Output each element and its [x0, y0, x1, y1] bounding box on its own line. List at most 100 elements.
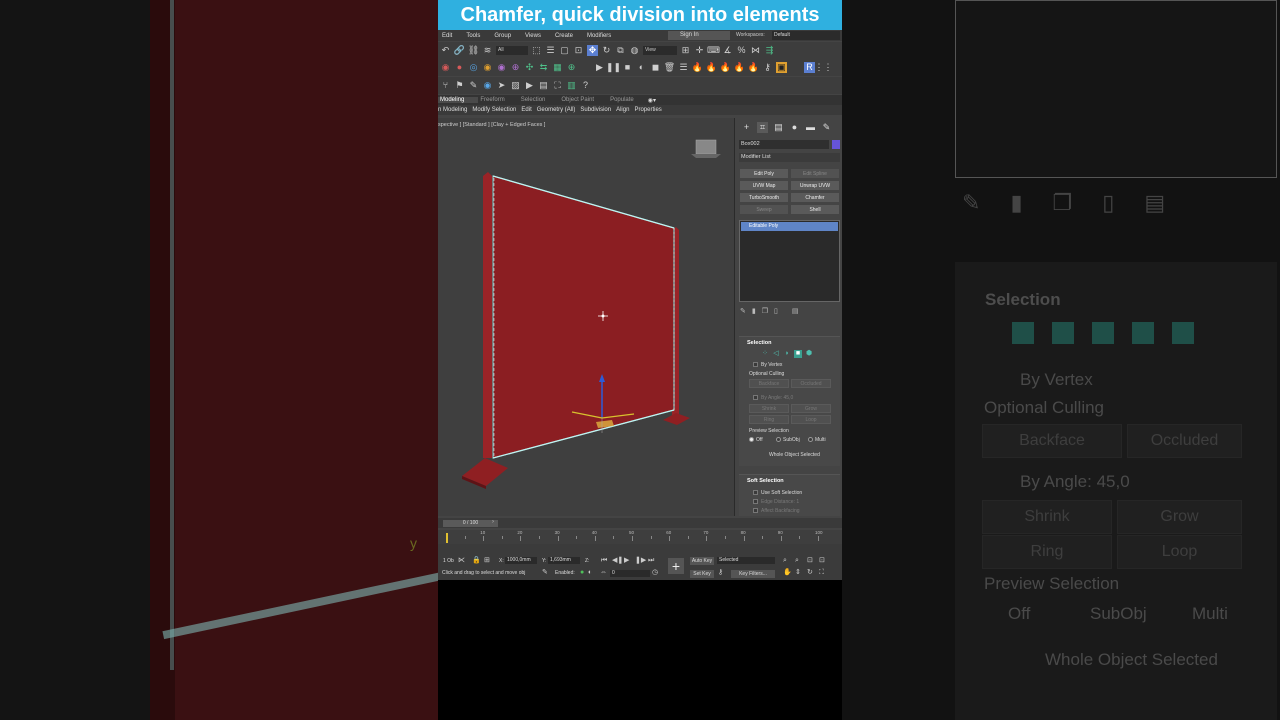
ring-button[interactable]: Ring — [749, 415, 789, 424]
perspective-viewport[interactable]: spective ] [Standard ] [Clay + Edged Fac… — [438, 118, 735, 516]
create-camera-icon[interactable]: ◉ — [482, 62, 493, 73]
trash-icon[interactable]: 🗑 — [664, 62, 675, 73]
render-production-icon[interactable]: 🔥 — [748, 62, 759, 73]
motion-tab-icon[interactable]: ● — [789, 122, 800, 133]
object-name-field[interactable]: Box002 — [739, 140, 829, 149]
unlink-icon[interactable]: ⛓ — [468, 45, 479, 56]
tab-freeform[interactable]: Freeform — [478, 97, 518, 103]
panel-modify-selection[interactable]: Modify Selection — [472, 107, 516, 113]
modifier-icon-1[interactable]: ✣ — [524, 62, 535, 73]
grow-button[interactable]: Grow — [791, 404, 831, 413]
shell-button[interactable]: Shell — [791, 205, 839, 214]
set-key-button[interactable]: Set Key — [690, 570, 714, 578]
material-editor-icon[interactable]: ▣ — [776, 62, 787, 73]
soft-selection-rollout-title[interactable]: Soft Selection — [739, 475, 840, 486]
affect-backfacing-checkbox[interactable] — [753, 508, 758, 513]
arrow-icon[interactable]: ➤ — [496, 80, 507, 91]
create-geometry-icon[interactable]: ◉ — [440, 62, 451, 73]
key-mode-plus-icon[interactable]: + — [668, 558, 684, 574]
pause-icon[interactable]: ❚❚ — [606, 62, 621, 73]
create-space-warp-icon[interactable]: ⊕ — [510, 62, 521, 73]
configure-sets-icon[interactable]: ▤ — [792, 307, 799, 317]
help-icon[interactable]: ? — [580, 80, 591, 91]
next-frame-icon[interactable]: ❚▶ — [635, 557, 646, 565]
panel-poly-modeling[interactable]: n Modeling — [438, 107, 467, 113]
current-frame-field[interactable]: 0 — [610, 570, 650, 577]
zoom-icon[interactable]: ⌕ — [783, 557, 787, 565]
orbit-icon[interactable]: ↻ — [807, 569, 813, 577]
x-coordinate-field[interactable]: 1000,0mm — [505, 557, 537, 564]
place-icon[interactable]: ◍ — [629, 45, 640, 56]
display-tab-icon[interactable]: ▬ — [805, 122, 816, 133]
sphere-icon[interactable]: ◉ — [482, 80, 493, 91]
timeline-ruler[interactable]: 10 20 30 40 50 60 70 80 90 100 — [438, 530, 842, 544]
select-by-name-icon[interactable]: ☰ — [545, 45, 556, 56]
use-soft-selection-checkbox[interactable] — [753, 490, 758, 495]
rc-icon[interactable]: R — [804, 62, 815, 73]
play-icon[interactable]: ▶ — [594, 62, 605, 73]
maximize-viewport-icon[interactable]: ⛶ — [819, 569, 824, 577]
vertex-icon[interactable]: ⁘ — [761, 350, 769, 358]
workspaces-dropdown[interactable]: Default — [772, 31, 840, 40]
modifier-icon-2[interactable]: ⇆ — [538, 62, 549, 73]
edge-distance-checkbox[interactable] — [753, 499, 758, 504]
polygon-icon[interactable]: ■ — [794, 350, 802, 358]
object-color-swatch[interactable] — [832, 140, 840, 149]
zoom-all-icon[interactable]: ⌕ — [795, 557, 799, 565]
auto-key-button[interactable]: Auto Key — [690, 557, 714, 565]
zoom-extents-all-icon[interactable]: ⊡ — [819, 557, 825, 565]
tab-modeling[interactable]: Modeling — [438, 97, 479, 103]
create-light-icon[interactable]: ◎ — [468, 62, 479, 73]
selection-rollout-title[interactable]: Selection — [739, 337, 840, 348]
camera-icon[interactable]: ▨ — [510, 80, 521, 91]
cycle-icon[interactable]: ◐ — [636, 62, 647, 73]
menu-modifiers[interactable]: Modifiers — [580, 33, 618, 39]
stack-item-editable-poly[interactable]: Editable Poly — [741, 222, 838, 231]
render-icon[interactable]: 🔥 — [720, 62, 731, 73]
create-tab-icon[interactable]: + — [741, 122, 752, 133]
selection-filter-dropdown[interactable]: All — [496, 46, 528, 55]
pin-tool-icon[interactable]: ⚑ — [454, 80, 465, 91]
adaptive-degradation-icon[interactable]: ◐ — [588, 569, 592, 577]
angle-snap-icon[interactable]: % — [736, 45, 747, 56]
camera-arrow-icon[interactable]: ▶ — [524, 80, 535, 91]
previous-frame-icon[interactable]: ◀❚ — [612, 557, 623, 565]
sweep-button[interactable]: Sweep — [740, 205, 788, 214]
select-object-icon[interactable]: ⬚ — [531, 45, 542, 56]
absolute-mode-icon[interactable]: ⊞ — [484, 557, 490, 565]
chamfer-button[interactable]: Chamfer — [791, 193, 839, 202]
backface-button[interactable]: Backface — [749, 379, 789, 388]
make-unique-icon[interactable]: ❐ — [762, 307, 768, 317]
by-angle-checkbox[interactable] — [753, 395, 758, 400]
timeline-current-marker[interactable] — [446, 533, 448, 543]
modify-tab-icon[interactable]: ⌗ — [757, 122, 768, 133]
time-configuration-icon[interactable]: ◷ — [652, 569, 658, 577]
bind-spacewarp-icon[interactable]: ≋ — [482, 45, 493, 56]
keyboard-shortcut-icon[interactable]: ⌨ — [707, 45, 720, 56]
script-listener-icon[interactable]: ✎ — [542, 569, 548, 577]
movie-icon[interactable]: ▤ — [538, 80, 549, 91]
list-icon[interactable]: ☰ — [678, 62, 689, 73]
hierarchy-tab-icon[interactable]: ▤ — [773, 122, 784, 133]
walk-through-icon[interactable]: ⇕ — [795, 569, 801, 577]
mirror-icon[interactable]: ⋈ — [750, 45, 761, 56]
selected-panel[interactable] — [492, 175, 675, 459]
key-icon[interactable]: ⚷ — [718, 569, 723, 577]
go-to-start-icon[interactable]: ⏮ — [601, 557, 607, 565]
rect-selection-icon[interactable]: ▢ — [559, 45, 570, 56]
panel-subdivision[interactable]: Subdivision — [580, 107, 611, 113]
view-dropdown[interactable]: View — [643, 46, 677, 55]
time-slider-thumb[interactable]: 0 / 100 — [443, 520, 498, 527]
rotate-icon[interactable]: ↻ — [601, 45, 612, 56]
by-vertex-checkbox[interactable] — [753, 362, 758, 367]
modifier-list-dropdown[interactable]: Modifier List — [739, 153, 840, 162]
shrink-button[interactable]: Shrink — [749, 404, 789, 413]
utilities-tab-icon[interactable]: ✎ — [821, 122, 832, 133]
menu-create[interactable]: Create — [548, 33, 580, 39]
tab-object-paint[interactable]: Object Paint — [559, 97, 608, 103]
preview-subobj-radio[interactable] — [776, 437, 781, 442]
time-tag-icon[interactable]: ⇔ — [600, 569, 607, 577]
border-icon[interactable]: ◗ — [783, 350, 791, 358]
ribbon-toggle-icon[interactable]: ◉▾ — [648, 97, 656, 104]
panel-edit[interactable]: Edit — [521, 107, 531, 113]
